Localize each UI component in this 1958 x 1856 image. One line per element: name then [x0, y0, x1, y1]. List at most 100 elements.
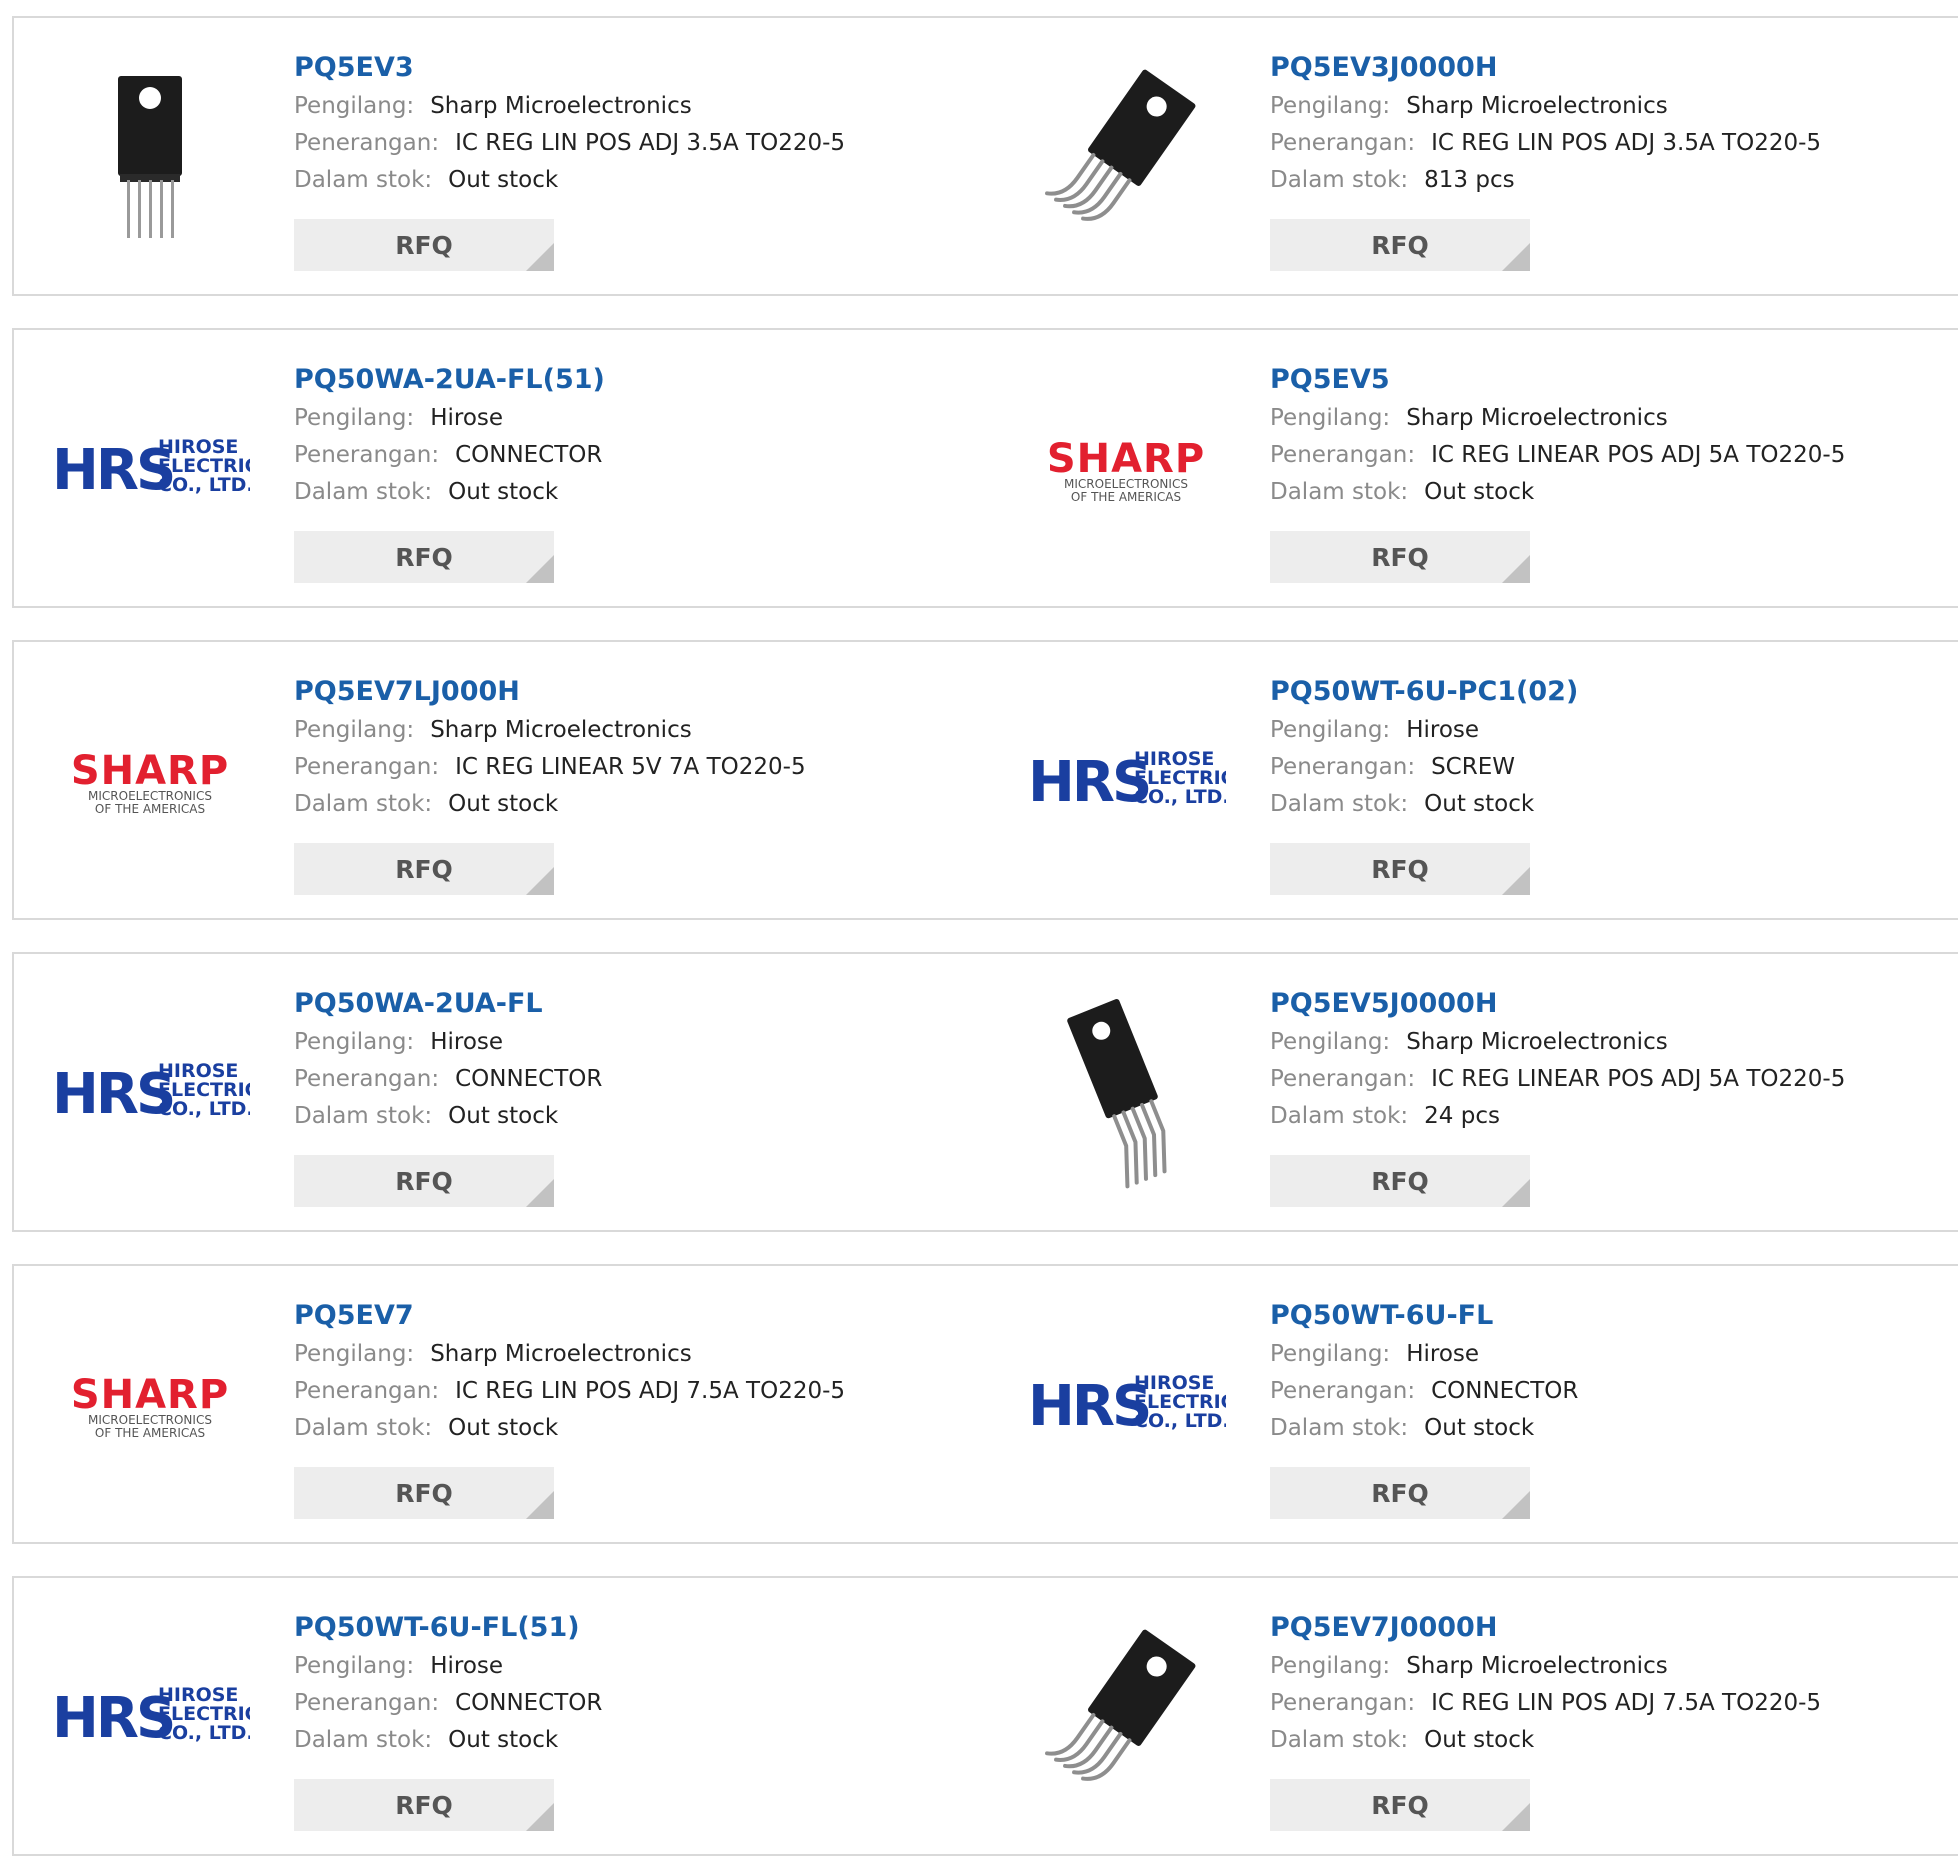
- rfq-label: RFQ: [395, 854, 453, 884]
- rfq-label: RFQ: [395, 1478, 453, 1508]
- rfq-button[interactable]: RFQ: [294, 219, 554, 271]
- description-value: IC REG LIN POS ADJ 3.5A TO220-5: [455, 130, 846, 156]
- description-label: Penerangan:: [294, 1066, 440, 1092]
- description-row: Penerangan: IC REG LINEAR POS ADJ 5A TO22…: [1270, 437, 1845, 474]
- part-number-link[interactable]: PQ5EV3: [294, 48, 845, 88]
- part-number-link[interactable]: PQ50WA-2UA-FL(51): [294, 360, 605, 400]
- product-image[interactable]: SHARP MICROELECTRONICS OF THE AMERICAS: [50, 680, 250, 880]
- description-value: CONNECTOR: [455, 1690, 603, 1716]
- manufacturer-row: Pengilang: Sharp Microelectronics: [294, 88, 845, 125]
- rfq-label: RFQ: [1371, 854, 1429, 884]
- stock-value: Out stock: [1424, 791, 1535, 817]
- product-card: HRS HIROSE ELECTRIC CO., LTD. PQ50WA-2UA-FL…: [12, 330, 992, 606]
- stock-value: Out stock: [1424, 1727, 1535, 1753]
- corner-triangle-icon: [526, 243, 554, 271]
- corner-triangle-icon: [1502, 1491, 1530, 1519]
- part-number-link[interactable]: PQ5EV7J0000H: [1270, 1608, 1821, 1648]
- part-number-link[interactable]: PQ5EV7LJ000H: [294, 672, 806, 712]
- part-number-link[interactable]: PQ50WA-2UA-FL: [294, 984, 602, 1024]
- rfq-label: RFQ: [395, 542, 453, 572]
- product-grid: PQ5EV3 Pengilang: Sharp Microelectronics …: [0, 0, 1958, 1856]
- stock-value: Out stock: [448, 479, 559, 505]
- rfq-button[interactable]: RFQ: [294, 1155, 554, 1207]
- rfq-button[interactable]: RFQ: [294, 1467, 554, 1519]
- corner-triangle-icon: [526, 1803, 554, 1831]
- rfq-button[interactable]: RFQ: [1270, 1467, 1530, 1519]
- description-value: SCREW: [1431, 754, 1515, 780]
- product-image[interactable]: HRS HIROSE ELECTRIC CO., LTD.: [1026, 680, 1226, 880]
- description-row: Penerangan: IC REG LINEAR 5V 7A TO220-5: [294, 749, 806, 786]
- manufacturer-label: Pengilang:: [294, 93, 415, 119]
- product-image[interactable]: [50, 56, 250, 256]
- product-info: PQ5EV7LJ000H Pengilang: Sharp Microelectr…: [294, 672, 806, 823]
- rfq-button[interactable]: RFQ: [1270, 843, 1530, 895]
- manufacturer-value: Hirose: [430, 405, 504, 431]
- product-image[interactable]: [1026, 992, 1226, 1192]
- hirose-logo-line3: CO., LTD.: [1134, 786, 1226, 808]
- product-image[interactable]: [1026, 1616, 1226, 1816]
- part-number-link[interactable]: PQ5EV7: [294, 1296, 845, 1336]
- manufacturer-value: Sharp Microelectronics: [430, 1341, 692, 1367]
- part-number-link[interactable]: PQ50WT-6U-FL: [1270, 1296, 1578, 1336]
- product-image[interactable]: HRS HIROSE ELECTRIC CO., LTD.: [1026, 1304, 1226, 1504]
- part-number-link[interactable]: PQ5EV5J0000H: [1270, 984, 1845, 1024]
- hirose-logo: HRSHIROSEELECTRICCO., LTD.: [1028, 1372, 1226, 1439]
- product-image[interactable]: SHARP MICROELECTRONICS OF THE AMERICAS: [50, 1304, 250, 1504]
- sharp-logo-name: SHARP: [1047, 436, 1205, 482]
- rfq-button[interactable]: RFQ: [1270, 1779, 1530, 1831]
- product-info: PQ50WT-6U-FL(51) Pengilang: Hirose Penera…: [294, 1608, 602, 1759]
- stock-row: Dalam stok: Out stock: [294, 1410, 845, 1447]
- part-number-link[interactable]: PQ50WT-6U-FL(51): [294, 1608, 602, 1648]
- manufacturer-value: Sharp Microelectronics: [1406, 405, 1668, 431]
- rfq-button[interactable]: RFQ: [294, 843, 554, 895]
- description-value: IC REG LIN POS ADJ 3.5A TO220-5: [1431, 130, 1822, 156]
- description-value: IC REG LINEAR POS ADJ 5A TO220-5: [1431, 1066, 1846, 1092]
- to220-component-icon: [1067, 998, 1167, 1189]
- description-label: Penerangan:: [1270, 1378, 1416, 1404]
- stock-value: Out stock: [448, 1727, 559, 1753]
- manufacturer-row: Pengilang: Hirose: [294, 1024, 602, 1061]
- stock-label: Dalam stok:: [294, 1415, 433, 1441]
- manufacturer-value: Hirose: [430, 1653, 504, 1679]
- rfq-button[interactable]: RFQ: [1270, 531, 1530, 583]
- rfq-button[interactable]: RFQ: [1270, 1155, 1530, 1207]
- product-image[interactable]: HRS HIROSE ELECTRIC CO., LTD.: [50, 1616, 250, 1816]
- product-info: PQ5EV5 Pengilang: Sharp Microelectronics …: [1270, 360, 1845, 511]
- hirose-logo: HRSHIROSEELECTRICCO., LTD.: [52, 1060, 250, 1127]
- stock-label: Dalam stok:: [1270, 1727, 1409, 1753]
- product-image[interactable]: HRS HIROSE ELECTRIC CO., LTD.: [50, 368, 250, 568]
- product-info: PQ50WT-6U-PC1(02) Pengilang: Hirose Pener…: [1270, 672, 1578, 823]
- stock-value: Out stock: [448, 791, 559, 817]
- product-image[interactable]: SHARP MICROELECTRONICS OF THE AMERICAS: [1026, 368, 1226, 568]
- description-row: Penerangan: IC REG LIN POS ADJ 7.5A TO220…: [1270, 1685, 1821, 1722]
- product-card: PQ5EV5J0000H Pengilang: Sharp Microelectr…: [990, 954, 1958, 1230]
- product-info: PQ5EV3 Pengilang: Sharp Microelectronics …: [294, 48, 845, 199]
- product-card: PQ5EV3 Pengilang: Sharp Microelectronics …: [12, 18, 992, 294]
- sharp-logo: SHARPMICROELECTRONICSOF THE AMERICAS: [71, 1372, 229, 1440]
- product-card: PQ5EV7J0000H Pengilang: Sharp Microelectr…: [990, 1578, 1958, 1854]
- description-label: Penerangan:: [1270, 1690, 1416, 1716]
- description-row: Penerangan: SCREW: [1270, 749, 1578, 786]
- corner-triangle-icon: [526, 1179, 554, 1207]
- rfq-label: RFQ: [1371, 230, 1429, 260]
- description-value: IC REG LIN POS ADJ 7.5A TO220-5: [1431, 1690, 1822, 1716]
- rfq-button[interactable]: RFQ: [294, 531, 554, 583]
- sharp-logo-line1: MICROELECTRONICS: [1064, 477, 1188, 491]
- product-image[interactable]: HRS HIROSE ELECTRIC CO., LTD.: [50, 992, 250, 1192]
- sharp-logo-line2: OF THE AMERICAS: [95, 1426, 205, 1440]
- part-number-link[interactable]: PQ5EV3J0000H: [1270, 48, 1821, 88]
- stock-label: Dalam stok:: [1270, 1415, 1409, 1441]
- part-number-link[interactable]: PQ5EV5: [1270, 360, 1845, 400]
- description-label: Penerangan:: [294, 442, 440, 468]
- stock-row: Dalam stok: Out stock: [1270, 474, 1845, 511]
- description-value: IC REG LIN POS ADJ 7.5A TO220-5: [455, 1378, 846, 1404]
- part-number-link[interactable]: PQ50WT-6U-PC1(02): [1270, 672, 1578, 712]
- sharp-logo-name: SHARP: [71, 1372, 229, 1418]
- rfq-button[interactable]: RFQ: [294, 1779, 554, 1831]
- product-image[interactable]: [1026, 56, 1226, 256]
- description-row: Penerangan: CONNECTOR: [294, 437, 605, 474]
- hirose-logo: HRSHIROSEELECTRICCO., LTD.: [52, 1684, 250, 1751]
- stock-row: Dalam stok: Out stock: [294, 162, 845, 199]
- rfq-button[interactable]: RFQ: [1270, 219, 1530, 271]
- stock-label: Dalam stok:: [294, 167, 433, 193]
